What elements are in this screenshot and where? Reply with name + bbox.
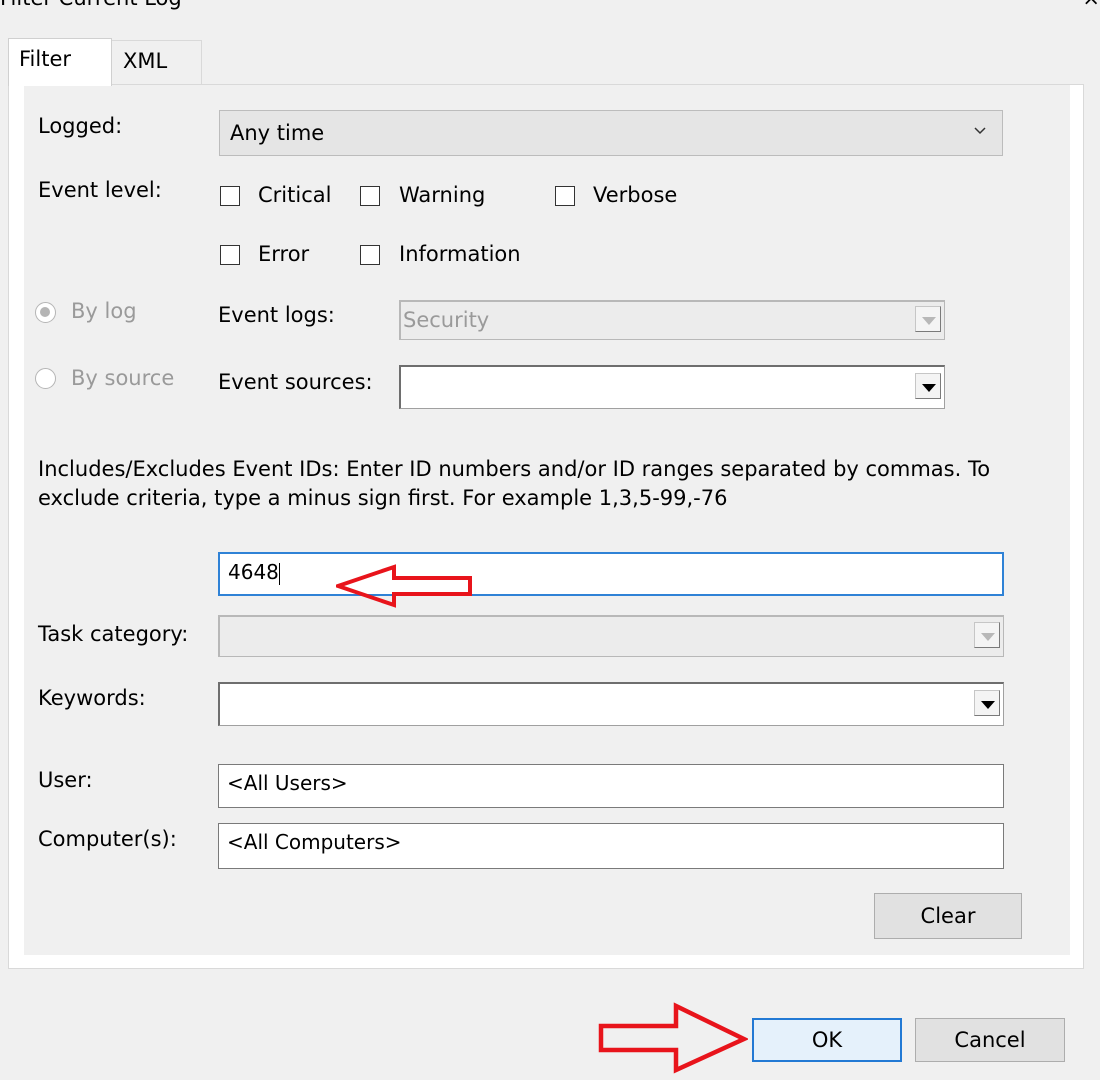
verbose-label: Verbose (593, 183, 678, 207)
cancel-button-label: Cancel (954, 1028, 1026, 1052)
event-sources-combo[interactable] (399, 365, 945, 409)
ok-button[interactable]: OK (752, 1018, 902, 1062)
by-log-radio[interactable] (35, 302, 56, 323)
task-category-combo[interactable] (218, 615, 1004, 657)
user-label: User: (38, 768, 93, 792)
keywords-combo[interactable] (218, 682, 1004, 726)
task-category-dropdown-button[interactable] (974, 622, 1000, 648)
dropdown-arrow-icon (922, 384, 936, 392)
logged-select[interactable]: Any time (219, 110, 1003, 156)
clear-button-label: Clear (920, 904, 976, 928)
user-value: <All Users> (227, 771, 348, 795)
by-source-radio[interactable] (35, 368, 56, 389)
computers-value: <All Computers> (227, 830, 402, 854)
warning-checkbox[interactable] (360, 186, 380, 206)
verbose-checkbox[interactable] (555, 186, 575, 206)
by-source-label: By source (71, 366, 175, 390)
user-input[interactable]: <All Users> (218, 764, 1004, 808)
annotation-arrow-left-icon (336, 564, 472, 608)
filter-form: Logged: Any time Event level: Critical W… (0, 0, 1100, 1080)
keywords-label: Keywords: (38, 686, 146, 710)
cancel-button[interactable]: Cancel (915, 1018, 1065, 1062)
event-sources-dropdown-button[interactable] (915, 373, 941, 399)
logged-select-value: Any time (230, 121, 325, 145)
critical-label: Critical (258, 183, 332, 207)
warning-label: Warning (399, 183, 486, 207)
ok-button-label: OK (811, 1028, 843, 1052)
clear-button[interactable]: Clear (874, 893, 1022, 939)
error-checkbox[interactable] (220, 245, 240, 265)
chevron-down-icon (974, 127, 986, 135)
keywords-dropdown-button[interactable] (974, 690, 1000, 716)
computers-input[interactable]: <All Computers> (218, 823, 1004, 869)
dropdown-arrow-icon (922, 317, 936, 325)
logged-label: Logged: (38, 114, 123, 138)
event-level-label: Event level: (38, 178, 162, 202)
text-caret (278, 562, 280, 585)
critical-checkbox[interactable] (220, 186, 240, 206)
annotation-arrow-right-icon (598, 1002, 748, 1074)
error-label: Error (258, 242, 310, 266)
task-category-label: Task category: (38, 622, 189, 646)
information-checkbox[interactable] (360, 245, 380, 265)
event-ids-help-text: Includes/Excludes Event IDs: Enter ID nu… (38, 457, 991, 510)
information-label: Information (399, 242, 521, 266)
dropdown-arrow-icon (981, 701, 995, 709)
by-log-label: By log (71, 299, 137, 323)
event-sources-label: Event sources: (218, 370, 373, 394)
event-logs-combo[interactable]: Security (399, 300, 945, 340)
event-logs-dropdown-button[interactable] (915, 306, 941, 332)
dropdown-arrow-icon (981, 633, 995, 641)
radio-selected-dot (40, 307, 50, 317)
computers-label: Computer(s): (38, 827, 177, 851)
event-ids-value: 4648 (228, 560, 279, 584)
event-logs-value: Security (403, 308, 490, 332)
event-logs-label: Event logs: (218, 303, 335, 327)
